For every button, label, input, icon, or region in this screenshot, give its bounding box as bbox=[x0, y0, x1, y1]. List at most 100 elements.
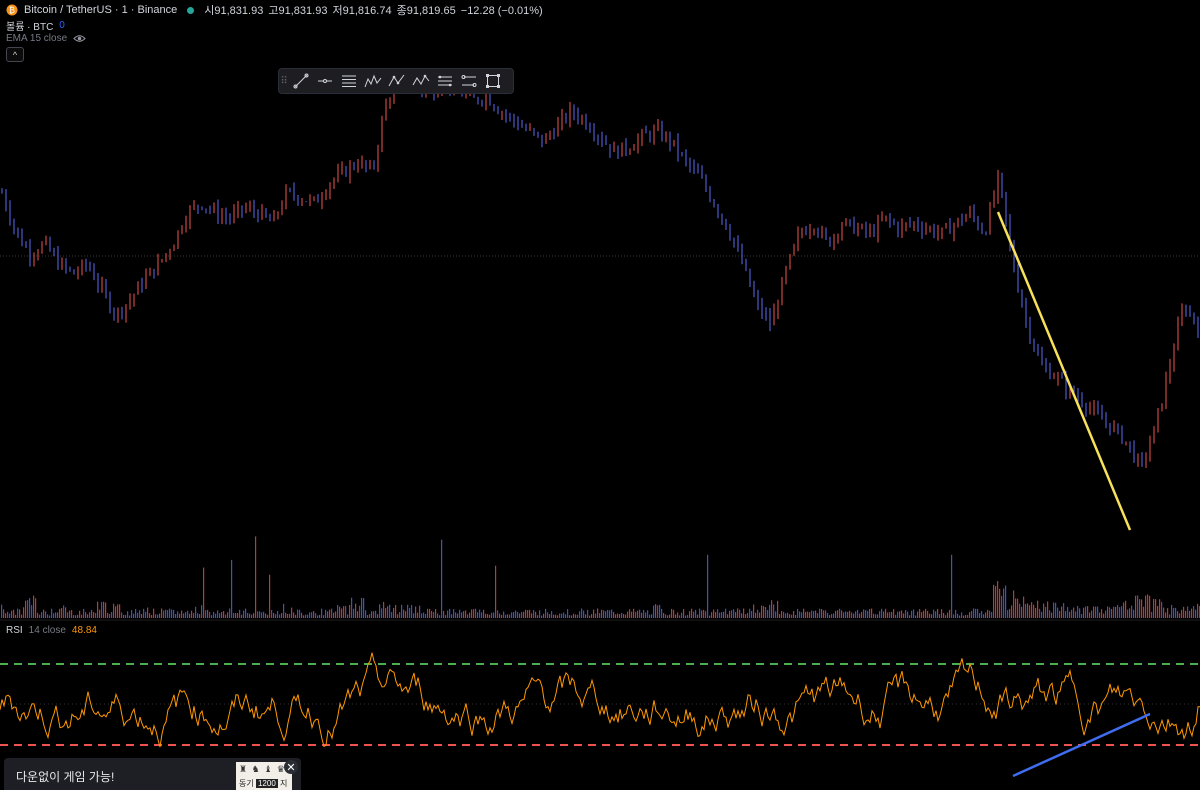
ad-image-figures: ♜ ♞ ♝ ♛ bbox=[239, 764, 286, 774]
regression-trend-tool-icon[interactable] bbox=[457, 69, 481, 93]
volume-bar bbox=[67, 612, 69, 618]
ad-banner[interactable]: 다운없이 게임 가능! ♜ ♞ ♝ ♛ 동기 1200 지 bbox=[4, 758, 301, 790]
volume-bar bbox=[877, 614, 879, 618]
ad-close-icon[interactable]: ✕ bbox=[284, 760, 298, 774]
volume-bar bbox=[633, 608, 635, 618]
volume-bar bbox=[349, 605, 351, 618]
volume-bar bbox=[661, 608, 663, 618]
volume-bar bbox=[891, 612, 893, 618]
volume-bar bbox=[931, 614, 933, 618]
volume-bar bbox=[523, 611, 525, 618]
volume-bar bbox=[637, 610, 639, 618]
volume-bar bbox=[441, 539, 443, 618]
volume-bar bbox=[87, 614, 89, 618]
volume-bar bbox=[1095, 606, 1097, 618]
volume-bar bbox=[683, 609, 685, 618]
volume-bar bbox=[615, 614, 617, 618]
fib-retracement-tool-icon[interactable] bbox=[337, 69, 361, 93]
volume-bar bbox=[799, 611, 801, 618]
volume-bar bbox=[507, 614, 509, 618]
volume-bar bbox=[729, 610, 731, 618]
volume-bar bbox=[719, 612, 721, 618]
price-trend-line[interactable] bbox=[996, 211, 1132, 531]
volume-bar bbox=[451, 614, 453, 618]
volume-bar bbox=[1187, 606, 1189, 618]
volume-bar bbox=[165, 609, 167, 618]
volume-bar bbox=[357, 611, 359, 618]
rectangle-tool-icon[interactable] bbox=[481, 69, 505, 93]
parallel-channel-tool-icon[interactable] bbox=[433, 69, 457, 93]
volume-bar bbox=[1171, 604, 1173, 618]
volume-bar bbox=[587, 609, 589, 618]
volume-bar bbox=[411, 605, 413, 618]
volume-bar bbox=[1159, 599, 1161, 618]
volume-bar bbox=[861, 611, 863, 618]
volume-bar bbox=[983, 614, 985, 618]
volume-bar bbox=[1119, 607, 1121, 618]
xabcd-pattern-tool-icon[interactable] bbox=[409, 69, 433, 93]
volume-bar bbox=[1, 604, 3, 618]
volume-bar bbox=[1019, 603, 1021, 618]
volume-bar bbox=[925, 608, 927, 618]
elliott-wave-tool-icon[interactable] bbox=[361, 69, 385, 93]
volume-bar bbox=[21, 614, 23, 618]
volume-bar bbox=[1179, 613, 1181, 618]
volume-bar bbox=[713, 609, 715, 618]
volume-bar bbox=[1157, 605, 1159, 618]
volume-bar bbox=[269, 574, 271, 618]
volume-bar bbox=[785, 613, 787, 618]
volume-bar bbox=[1169, 614, 1171, 618]
volume-bar bbox=[963, 615, 965, 618]
volume-bar bbox=[885, 608, 887, 618]
volume-bar bbox=[261, 612, 263, 618]
volume-bar bbox=[993, 584, 995, 618]
volume-bar bbox=[699, 608, 701, 618]
volume-bar bbox=[93, 612, 95, 618]
volume-bar bbox=[387, 606, 389, 618]
volume-bar bbox=[601, 609, 603, 618]
abcd-pattern-tool-icon[interactable] bbox=[385, 69, 409, 93]
volume-bar bbox=[873, 613, 875, 618]
volume-bar bbox=[85, 612, 87, 618]
volume-bar bbox=[379, 604, 381, 618]
volume-bar bbox=[395, 604, 397, 618]
chart-canvas[interactable] bbox=[0, 0, 1200, 790]
volume-bar bbox=[675, 614, 677, 618]
volume-bar bbox=[291, 607, 293, 618]
volume-bar bbox=[635, 611, 637, 618]
volume-bar bbox=[237, 613, 239, 618]
volume-bar bbox=[181, 610, 183, 618]
volume-bar bbox=[131, 610, 133, 618]
volume-bar bbox=[967, 614, 969, 618]
volume-bar bbox=[491, 612, 493, 618]
volume-bar bbox=[887, 612, 889, 618]
volume-bar bbox=[919, 609, 921, 618]
horizontal-ray-tool-icon[interactable] bbox=[313, 69, 337, 93]
rsi-legend[interactable]: RSI 14 close 48.84 bbox=[6, 625, 97, 636]
volume-bar bbox=[525, 609, 527, 618]
volume-bar bbox=[795, 614, 797, 618]
volume-bar bbox=[1123, 602, 1125, 618]
volume-bar bbox=[105, 602, 107, 618]
trend-line-tool-icon[interactable] bbox=[289, 69, 313, 93]
volume-bar bbox=[761, 605, 763, 618]
drag-handle-icon[interactable]: ⠿ bbox=[279, 69, 289, 93]
volume-bar bbox=[1033, 604, 1035, 618]
volume-bar bbox=[35, 598, 37, 618]
price-series bbox=[1, 72, 1199, 468]
volume-bar bbox=[973, 608, 975, 618]
volume-bar bbox=[519, 613, 521, 618]
volume-bar bbox=[627, 611, 629, 618]
volume-bar bbox=[437, 613, 439, 618]
volume-bar bbox=[185, 612, 187, 618]
volume-bar bbox=[503, 611, 505, 618]
volume-bar bbox=[573, 613, 575, 618]
volume-bar bbox=[347, 614, 349, 618]
volume-bar bbox=[193, 613, 195, 618]
volume-bar bbox=[957, 613, 959, 618]
volume-bar bbox=[335, 611, 337, 618]
drawing-toolbar[interactable]: ⠿ bbox=[278, 68, 514, 94]
volume-bar bbox=[45, 611, 47, 618]
volume-bar bbox=[407, 604, 409, 618]
volume-bar bbox=[133, 613, 135, 618]
